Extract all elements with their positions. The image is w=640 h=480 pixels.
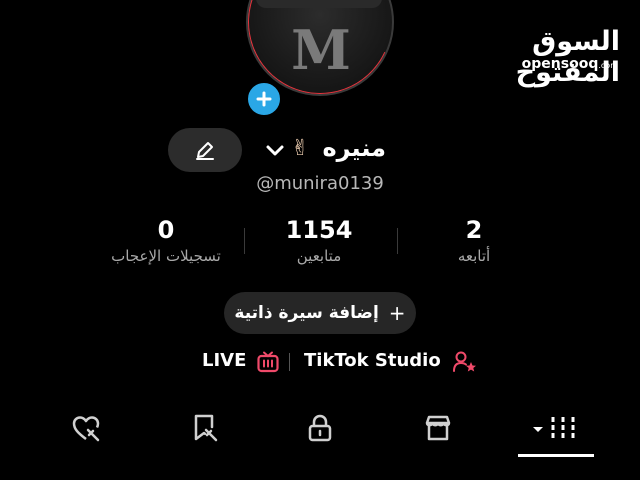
avatar-top-overlay — [256, 0, 382, 8]
watermark-brand-name: opensooq — [521, 56, 599, 72]
live-tv-icon[interactable] — [256, 350, 280, 374]
stat-followers-label: متابعين — [296, 247, 342, 265]
stat-following-label: أتابعه — [457, 247, 491, 265]
display-name: منيره — [322, 134, 386, 162]
stat-followers[interactable]: 1154 متابعين — [229, 215, 409, 265]
stat-followers-value: 1154 — [285, 216, 353, 244]
watermark-brand-tld: .com — [598, 61, 618, 70]
live-label[interactable]: LIVE — [202, 350, 246, 371]
add-bio-label: إضافة سيرة ذاتية — [234, 303, 379, 323]
lock-icon — [308, 414, 332, 442]
watermark-brand-english: opensooq.com — [500, 56, 618, 72]
pencil-icon — [196, 142, 214, 160]
plus-icon: + — [388, 301, 406, 325]
add-bio-button[interactable]: إضافة سيرة ذاتية + — [224, 292, 416, 334]
row-divider — [289, 353, 290, 371]
tab-shop[interactable] — [418, 408, 458, 448]
avatar-letter: M — [291, 18, 351, 82]
tab-liked[interactable] — [66, 408, 106, 448]
chevron-down-icon[interactable] — [264, 142, 286, 160]
edit-profile-button[interactable] — [168, 128, 242, 172]
hand-emoji-icon: ✌ — [291, 136, 310, 161]
active-tab-indicator — [518, 454, 594, 457]
tab-favorites[interactable] — [184, 408, 224, 448]
stat-following-value: 2 — [465, 216, 483, 244]
heart-hidden-icon — [72, 416, 100, 442]
stat-following[interactable]: 2 أتابعه — [384, 215, 564, 265]
tab-private[interactable] — [300, 408, 340, 448]
tiktok-studio-label[interactable]: TikTok Studio — [304, 350, 441, 371]
bookmark-hidden-icon — [194, 414, 218, 442]
tab-videos[interactable] — [530, 408, 582, 448]
creator-star-icon[interactable] — [452, 350, 478, 374]
username[interactable]: @munira0139 — [0, 173, 640, 194]
plus-icon — [256, 91, 272, 107]
store-icon — [425, 415, 451, 441]
add-photo-button[interactable] — [245, 80, 283, 118]
grid-icon — [533, 417, 575, 439]
